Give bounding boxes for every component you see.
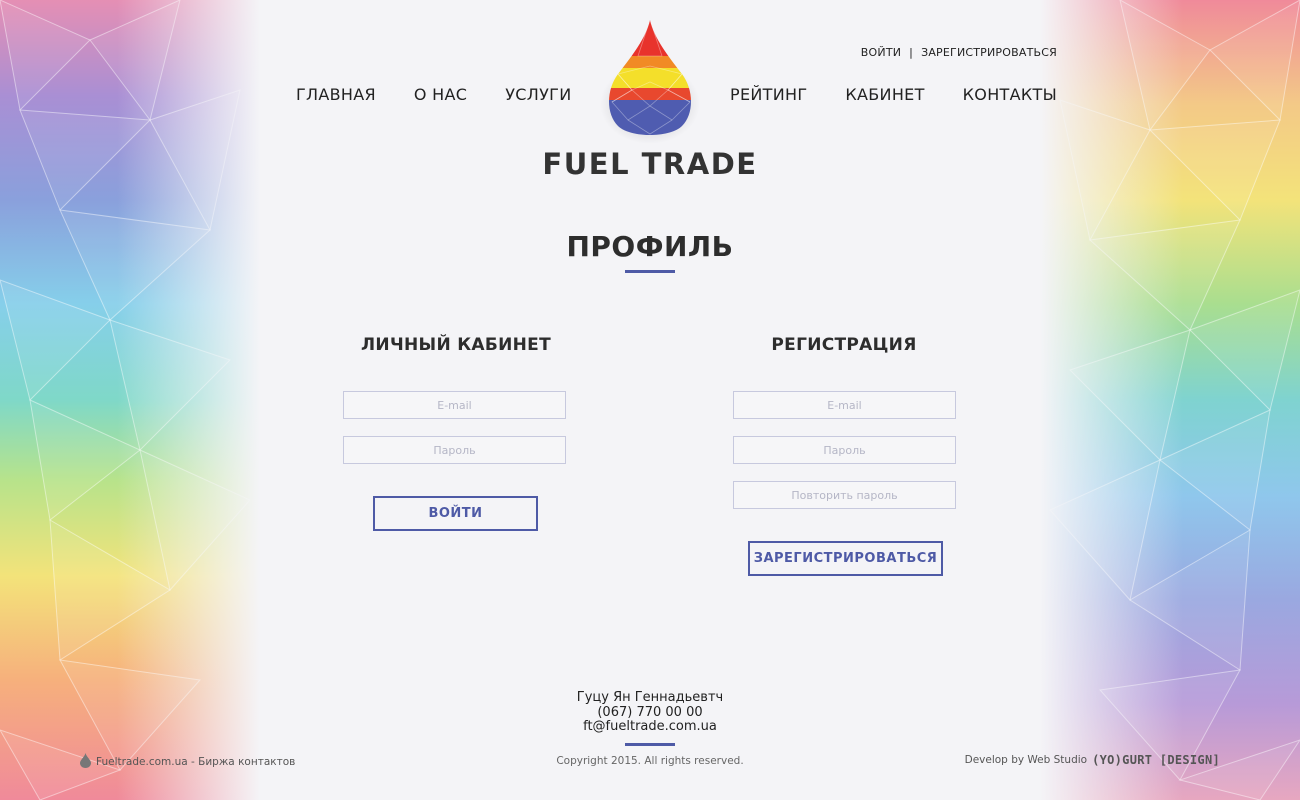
login-section-title: ЛИЧНЫЙ КАБИНЕТ xyxy=(361,335,551,355)
auth-separator: | xyxy=(909,46,914,59)
nav-item-home[interactable]: ГЛАВНАЯ xyxy=(296,85,376,104)
nav-item-contacts[interactable]: КОНТАКТЫ xyxy=(963,85,1057,104)
login-password-input[interactable] xyxy=(343,436,566,464)
nav-item-about[interactable]: О НАС xyxy=(414,85,467,104)
main-nav-right: РЕЙТИНГ КАБИНЕТ КОНТАКТЫ xyxy=(730,85,1057,104)
contact-name: Гуцу Ян Геннадьевтч xyxy=(576,690,724,705)
footer-contact: Гуцу Ян Геннадьевтч (067) 770 00 00 ft@f… xyxy=(0,690,1300,735)
nav-item-services[interactable]: УСЛУГИ xyxy=(505,85,571,104)
footer-underline xyxy=(625,743,675,746)
register-email-input[interactable] xyxy=(733,391,956,419)
register-repeat-password-input[interactable] xyxy=(733,481,956,509)
register-password-input[interactable] xyxy=(733,436,956,464)
auth-links: ВОЙТИ | ЗАРЕГИСТРИРОВАТЬСЯ xyxy=(861,46,1057,59)
background-fade-left xyxy=(0,0,260,800)
login-link[interactable]: ВОЙТИ xyxy=(861,46,901,59)
register-section-title: РЕГИСТРАЦИЯ xyxy=(771,335,917,355)
main-nav-left: ГЛАВНАЯ О НАС УСЛУГИ xyxy=(296,85,571,104)
nav-item-rating[interactable]: РЕЙТИНГ xyxy=(730,85,807,104)
title-underline xyxy=(625,270,675,273)
login-button[interactable]: ВОЙТИ xyxy=(373,496,538,531)
nav-item-cabinet[interactable]: КАБИНЕТ xyxy=(845,85,924,104)
contact-phone: (067) 770 00 00 xyxy=(597,704,703,720)
page-title: ПРОФИЛЬ xyxy=(566,230,734,263)
developer-text: Develop by Web Studio xyxy=(964,754,1088,766)
register-button[interactable]: ЗАРЕГИСТРИРОВАТЬСЯ xyxy=(748,541,943,576)
developer-logo[interactable]: (YO)GURT [DESIGN] xyxy=(1092,753,1220,767)
contact-email[interactable]: ft@fueltrade.com.ua xyxy=(0,719,1300,735)
logo-text: FUEL TRADE xyxy=(542,147,758,181)
register-link[interactable]: ЗАРЕГИСТРИРОВАТЬСЯ xyxy=(921,46,1057,59)
login-email-input[interactable] xyxy=(343,391,566,419)
footer-developer: Develop by Web Studio (YO)GURT [DESIGN] xyxy=(965,753,1220,767)
logo-drop-icon[interactable] xyxy=(598,16,702,146)
background-fade-right xyxy=(1040,0,1300,800)
